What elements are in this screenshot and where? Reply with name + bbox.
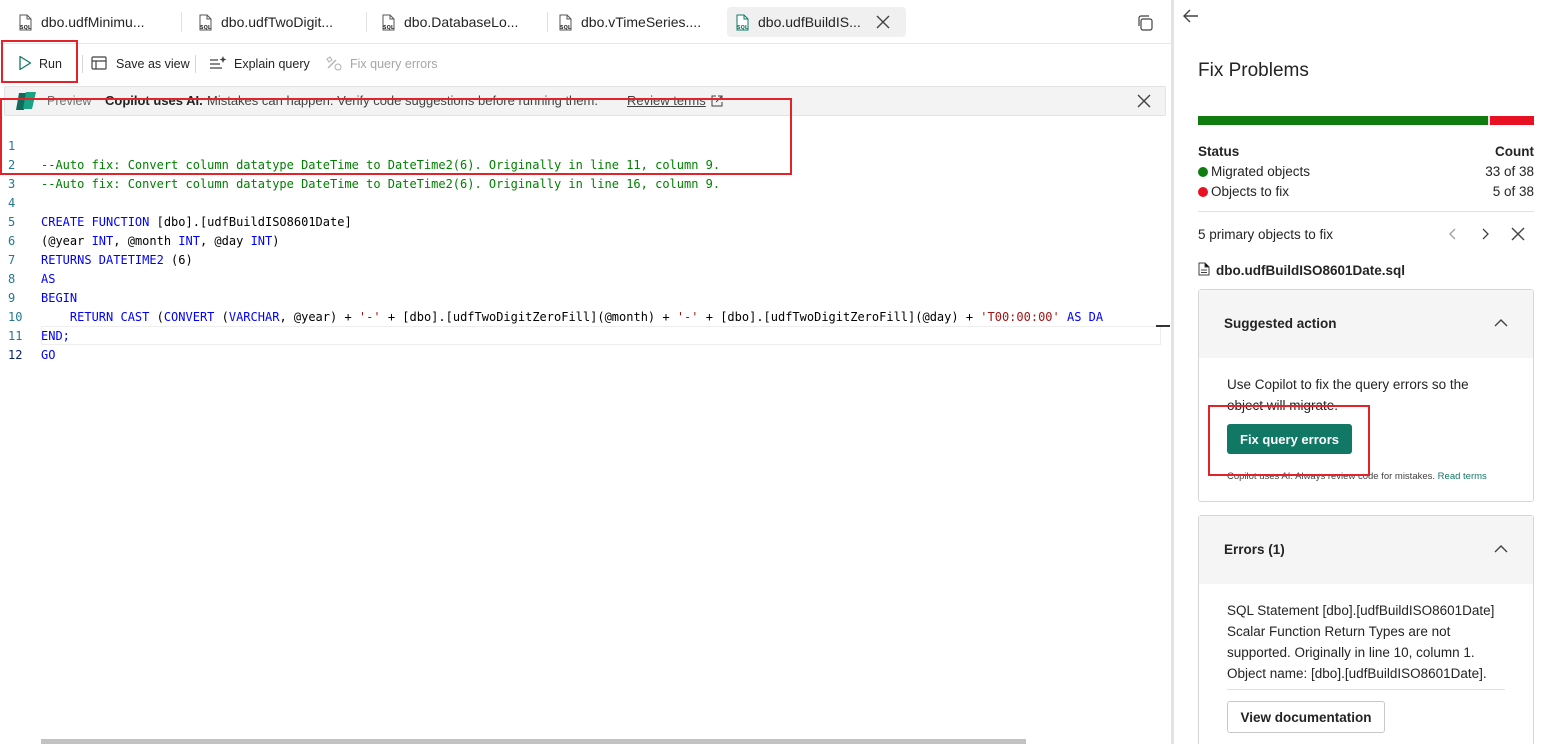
- tab-label: dbo.vTimeSeries....: [581, 14, 702, 30]
- migration-progress-bar: [1198, 116, 1534, 125]
- red-status-dot: [1198, 187, 1208, 197]
- close-icon[interactable]: [1510, 226, 1526, 242]
- code-line: 6 RETURNS DATETIME2 (6): [8, 234, 193, 267]
- banner-message: Mistakes can happen. Verify code suggest…: [207, 93, 598, 108]
- svg-text:SQL: SQL: [560, 25, 572, 31]
- code-line: 8 BEGIN: [8, 272, 78, 305]
- toolbar-separator: [195, 55, 196, 73]
- code-line: 1 --Auto fix: Convert column datatype Da…: [8, 139, 721, 172]
- copilot-disclaimer: Copilot uses AI. Always review code for …: [1227, 471, 1487, 482]
- tab-udfbuildiso[interactable]: SQL dbo.udfBuildIS...: [727, 7, 906, 37]
- tab-udftwodigit[interactable]: SQL dbo.udfTwoDigit...: [190, 7, 341, 37]
- horizontal-scrollbar[interactable]: [41, 739, 1026, 744]
- review-terms-link[interactable]: Review terms: [627, 93, 706, 108]
- tab-label: dbo.udfBuildIS...: [758, 14, 861, 30]
- run-button[interactable]: Run: [18, 53, 62, 75]
- copilot-logo-icon: [15, 90, 39, 112]
- tab-separator: [366, 12, 367, 32]
- preview-label: Preview: [47, 94, 92, 108]
- code-line: 2 --Auto fix: Convert column datatype Da…: [8, 158, 721, 191]
- suggested-action-card: Suggested action Use Copilot to fix the …: [1198, 289, 1534, 502]
- suggested-action-text: Use Copilot to fix the query errors so t…: [1227, 377, 1469, 413]
- tab-databaselog[interactable]: SQL dbo.DatabaseLo...: [373, 7, 526, 37]
- copy-icon[interactable]: [1136, 14, 1154, 32]
- explain-query-button[interactable]: Explain query: [209, 53, 310, 75]
- tab-bar: SQL dbo.udfMinimu... SQL dbo.udfTwoDigit…: [0, 0, 1171, 44]
- code-line: 7 AS: [8, 253, 56, 286]
- toolbar: Run Save as view Explain query Fix query…: [0, 45, 1171, 83]
- progress-migrated-segment: [1198, 116, 1488, 125]
- read-terms-link[interactable]: Read terms: [1438, 471, 1487, 482]
- fix-query-errors-toolbar-button[interactable]: Fix query errors: [325, 53, 438, 75]
- sql-file-icon: SQL: [198, 14, 213, 31]
- progress-tofix-segment: [1490, 116, 1534, 125]
- code-line: 11 GO: [8, 329, 56, 362]
- svg-text:SQL: SQL: [20, 25, 32, 31]
- fix-query-errors-button[interactable]: Fix query errors: [1227, 424, 1352, 454]
- code-line: 3: [0, 156, 1171, 191]
- external-link-icon: [711, 95, 723, 107]
- status-migrated-row: Migrated objects 33 of 38: [1198, 164, 1534, 184]
- view-documentation-button[interactable]: View documentation: [1227, 701, 1385, 733]
- tab-separator: [547, 12, 548, 32]
- tab-udfminimum[interactable]: SQL dbo.udfMinimu...: [10, 7, 153, 37]
- svg-text:SQL: SQL: [737, 25, 749, 31]
- explain-sparkle-icon: [209, 55, 227, 74]
- primary-objects-count: 5 primary objects to fix: [1198, 227, 1334, 242]
- save-as-view-button[interactable]: Save as view: [91, 53, 190, 75]
- sql-file-icon: SQL: [381, 14, 396, 31]
- tab-label: dbo.DatabaseLo...: [404, 14, 519, 30]
- sql-file-icon: SQL: [735, 14, 750, 31]
- errors-header[interactable]: Errors (1): [1199, 516, 1533, 584]
- code-line: 9 RETURN CAST (CONVERT (VARCHAR, @year) …: [8, 291, 1104, 324]
- divider: [1227, 689, 1505, 690]
- save-view-icon: [91, 55, 109, 74]
- chevron-left-icon[interactable]: [1445, 226, 1461, 242]
- code-line: 5 (@year INT, @month INT, @day INT): [8, 215, 280, 248]
- error-message: SQL Statement [dbo].[udfBuildISO8601Date…: [1227, 603, 1495, 681]
- object-filename: dbo.udfBuildISO8601Date.sql: [1198, 262, 1405, 279]
- play-icon: [18, 55, 32, 74]
- tab-vtimeseries[interactable]: SQL dbo.vTimeSeries....: [550, 7, 709, 37]
- sql-file-icon: SQL: [18, 14, 33, 31]
- banner-bold-text: Copilot uses AI.: [105, 93, 203, 108]
- current-line-highlight: [41, 326, 1161, 345]
- status-tofix-row: Objects to fix 5 of 38: [1198, 184, 1534, 204]
- toolbar-separator: [82, 55, 83, 73]
- chevron-right-icon[interactable]: [1477, 226, 1493, 242]
- svg-text:SQL: SQL: [200, 25, 212, 31]
- panel-title: Fix Problems: [1198, 60, 1309, 81]
- document-icon: [1198, 262, 1210, 279]
- svg-text:SQL: SQL: [383, 25, 395, 31]
- editor-pane: SQL dbo.udfMinimu... SQL dbo.udfTwoDigit…: [0, 0, 1171, 744]
- sql-file-icon: SQL: [558, 14, 573, 31]
- status-header-row: Status Count: [1198, 144, 1534, 159]
- copilot-banner: Preview Copilot uses AI. Mistakes can ha…: [4, 86, 1166, 116]
- suggested-action-header[interactable]: Suggested action: [1199, 290, 1533, 358]
- tab-separator: [181, 12, 182, 32]
- tab-label: dbo.udfMinimu...: [41, 14, 145, 30]
- divider: [1198, 211, 1534, 212]
- close-icon[interactable]: [875, 14, 891, 30]
- overview-ruler-marker: [1156, 325, 1170, 327]
- fix-wand-icon: [325, 55, 343, 74]
- close-icon[interactable]: [1137, 94, 1151, 108]
- tab-label: dbo.udfTwoDigit...: [221, 14, 334, 30]
- code-editor[interactable]: 1 --Auto fix: Convert column datatype Da…: [0, 118, 1171, 718]
- back-arrow-icon[interactable]: [1182, 8, 1200, 24]
- chevron-up-icon[interactable]: [1493, 542, 1509, 556]
- line-number: 12: [8, 348, 23, 362]
- chevron-up-icon[interactable]: [1493, 316, 1509, 330]
- errors-card: Errors (1) SQL Statement [dbo].[udfBuild…: [1198, 515, 1534, 744]
- code-line: 10 END;: [8, 310, 70, 343]
- green-status-dot: [1198, 167, 1208, 177]
- fix-problems-panel: Fix Problems Status Count Migrated objec…: [1174, 0, 1545, 744]
- code-line: 4 CREATE FUNCTION [dbo].[udfBuildISO8601…: [8, 196, 352, 229]
